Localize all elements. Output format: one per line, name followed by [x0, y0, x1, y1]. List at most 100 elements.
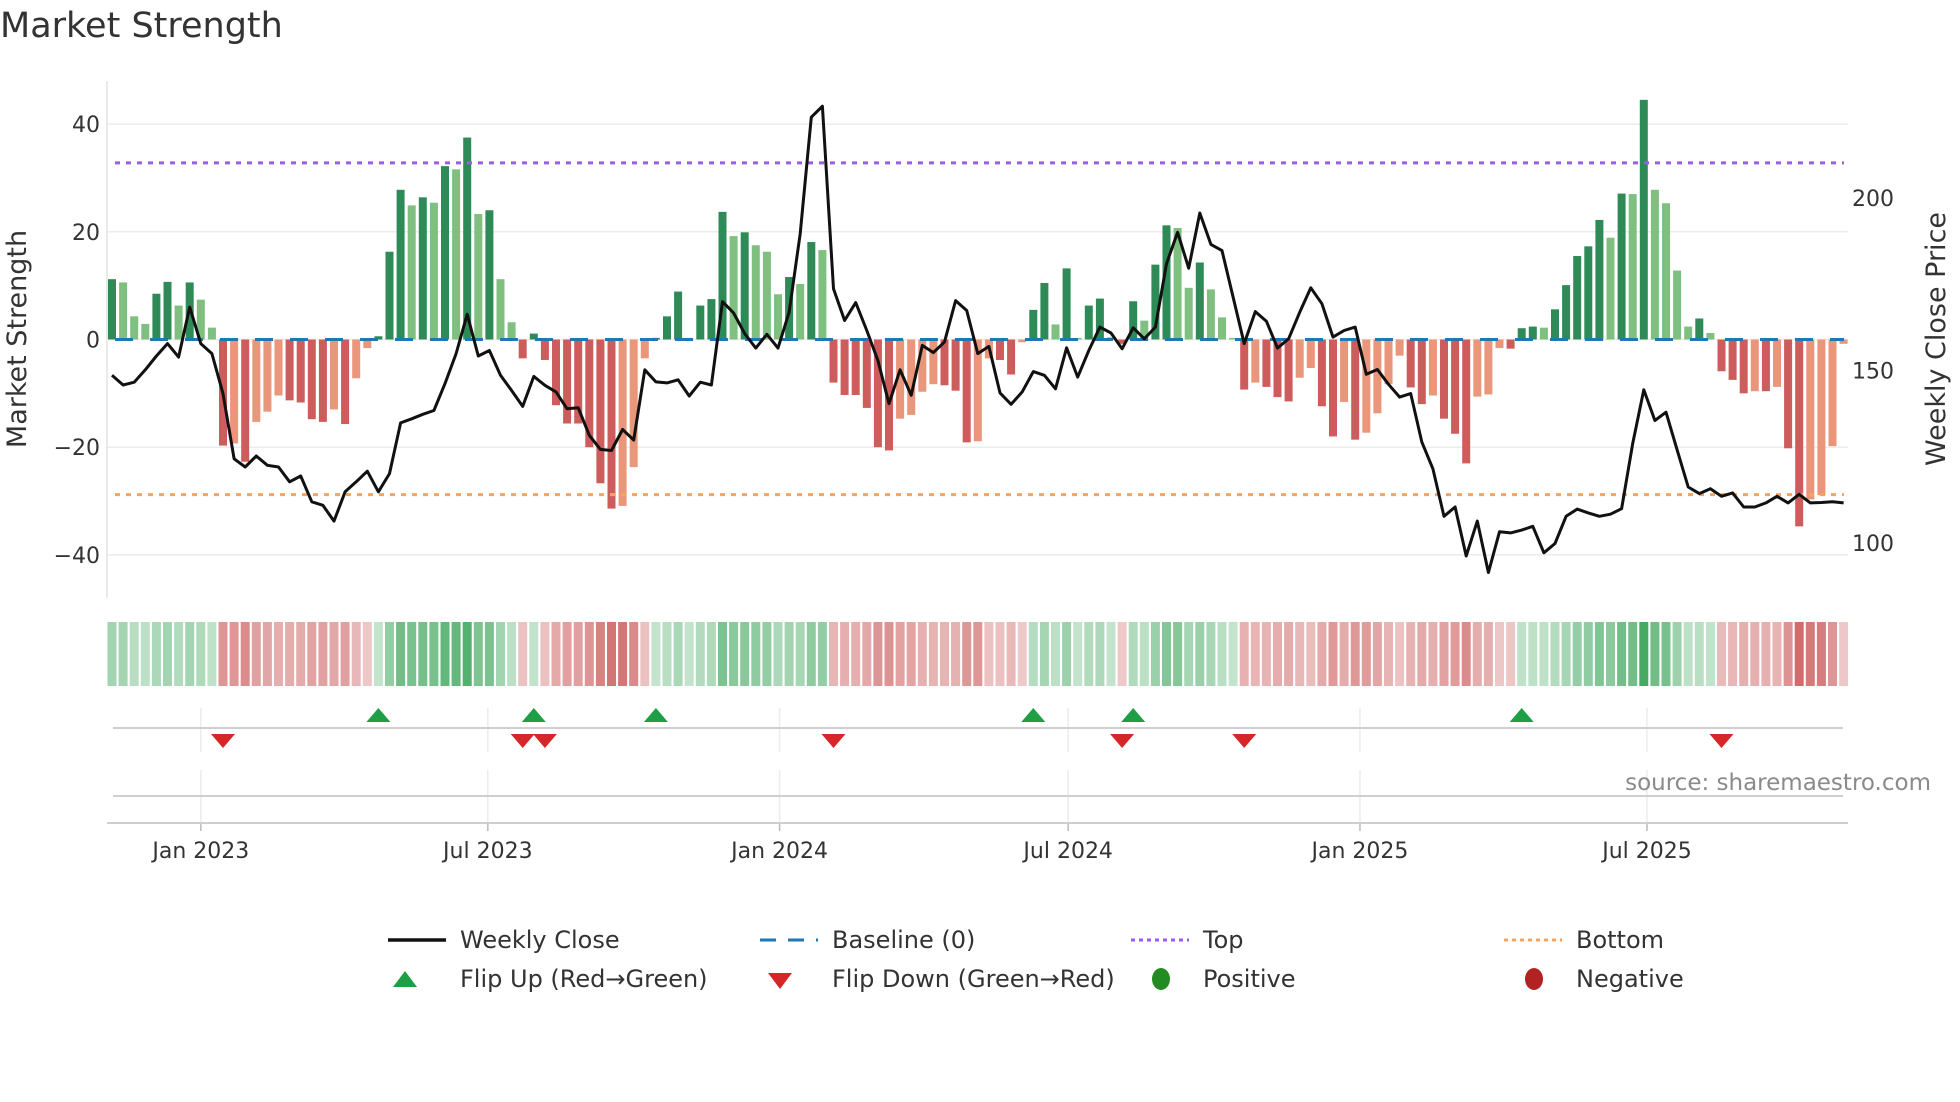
bar-negative — [1240, 339, 1249, 390]
strength-strip-cell — [806, 622, 816, 686]
strength-strip-cell — [862, 622, 872, 686]
bar-positive — [1684, 326, 1693, 340]
dotted-line-icon — [1131, 938, 1189, 942]
flip-up-marker — [1509, 708, 1534, 722]
solid-line-icon — [388, 938, 446, 942]
bar-positive — [152, 293, 161, 340]
strength-strip-cell — [973, 622, 983, 686]
strength-strip-cell — [851, 622, 861, 686]
flip-down-marker — [1232, 734, 1257, 748]
bar-negative — [618, 339, 627, 506]
bar-positive — [407, 205, 416, 340]
bar-positive — [1084, 305, 1093, 340]
strength-strip-cell — [1461, 622, 1471, 686]
strength-strip-cell — [473, 622, 483, 686]
strength-strip-cell — [928, 622, 938, 686]
bar-positive — [1673, 270, 1682, 340]
bar-negative — [1440, 339, 1448, 419]
bar-positive — [674, 291, 683, 340]
bar-negative — [596, 339, 605, 484]
bar-negative — [1262, 339, 1271, 387]
bar-positive — [119, 282, 128, 340]
bar-positive — [807, 242, 816, 340]
bar-negative — [640, 339, 649, 359]
strength-strip-cell — [1594, 622, 1604, 686]
bar-positive — [1695, 318, 1704, 340]
bar-negative — [1007, 339, 1016, 375]
x-tick-label: Jan 2024 — [729, 839, 828, 864]
bar-positive — [1206, 289, 1215, 340]
strength-strip-cell — [484, 622, 494, 686]
bar-positive — [729, 236, 738, 340]
strength-strip-cell — [307, 622, 317, 686]
bar-positive — [1650, 189, 1659, 340]
flip-up-marker — [1121, 708, 1146, 722]
bar-negative — [962, 339, 971, 443]
strength-strip-cell — [873, 622, 883, 686]
strength-strip-cell — [107, 622, 117, 686]
bar-negative — [1761, 339, 1770, 392]
strength-strip-cell — [262, 622, 272, 686]
bar-negative — [629, 339, 638, 468]
strength-strip-cell — [962, 622, 972, 686]
bar-negative — [1329, 339, 1337, 437]
bar-negative — [1317, 339, 1326, 407]
bar-negative — [851, 339, 860, 395]
bar-negative — [1351, 339, 1360, 440]
strength-strip-cell — [1761, 622, 1771, 686]
strength-strip-cell — [351, 622, 361, 686]
bar-negative — [1750, 339, 1759, 392]
bar-negative — [1295, 339, 1304, 378]
legend-label: Top — [1203, 926, 1244, 954]
strength-strip-cell — [1816, 622, 1826, 686]
flip-down-marker — [821, 734, 846, 748]
strength-strip-cell — [1561, 622, 1571, 686]
strength-strip-cell — [1384, 622, 1393, 686]
legend-label: Positive — [1203, 965, 1296, 993]
strength-strip-cell — [1306, 622, 1316, 686]
strength-strip-cell — [1372, 622, 1382, 686]
strength-strip-cell — [1295, 622, 1305, 686]
strength-strip-cell — [1572, 622, 1582, 686]
strength-strip-cell — [1506, 622, 1516, 686]
strength-strip-cell — [1483, 622, 1493, 686]
strength-strip-cell — [1583, 622, 1593, 686]
bar-positive — [1617, 193, 1626, 340]
strength-strip-cell — [1361, 622, 1371, 686]
circle-icon — [1152, 968, 1170, 990]
strength-strip-cell — [562, 622, 572, 686]
y-tick-label: −40 — [54, 544, 100, 569]
bar-negative — [1373, 339, 1382, 414]
strength-strip-cell — [1317, 622, 1327, 686]
legend-bottom: Bottom — [1504, 926, 1664, 954]
strength-strip-cell — [1017, 622, 1027, 686]
strength-strip-cell — [984, 622, 994, 686]
strength-strip-cell — [729, 622, 739, 686]
bar-negative — [1784, 339, 1793, 449]
strength-strip-cell — [1672, 622, 1682, 686]
bar-negative — [540, 339, 549, 360]
strength-strip-cell — [684, 622, 694, 686]
dashed-line-icon — [760, 938, 818, 942]
bar-negative — [1739, 339, 1748, 394]
strength-strip-cell — [451, 622, 461, 686]
strength-strip-cell — [1728, 622, 1738, 686]
bar-positive — [1662, 203, 1670, 340]
y-tick-label: −20 — [54, 436, 100, 461]
bar-positive — [163, 281, 172, 340]
bar-negative — [1251, 339, 1260, 383]
bar-positive — [1639, 99, 1648, 340]
strength-strip-cell — [1228, 622, 1238, 686]
strength-strip-cell — [1539, 622, 1549, 686]
strength-strip-cell — [1184, 622, 1194, 686]
strength-strip-cell — [362, 622, 372, 686]
strength-strip-cell — [773, 622, 783, 686]
bar-positive — [174, 305, 183, 340]
strength-strip-cell — [762, 622, 772, 686]
bar-negative — [1395, 339, 1404, 356]
y2-tick-label: 100 — [1852, 532, 1894, 557]
bar-positive — [441, 166, 449, 340]
x-tick-label: Jan 2023 — [150, 839, 249, 864]
strength-strip-cell — [817, 622, 827, 686]
bar-positive — [108, 279, 116, 340]
